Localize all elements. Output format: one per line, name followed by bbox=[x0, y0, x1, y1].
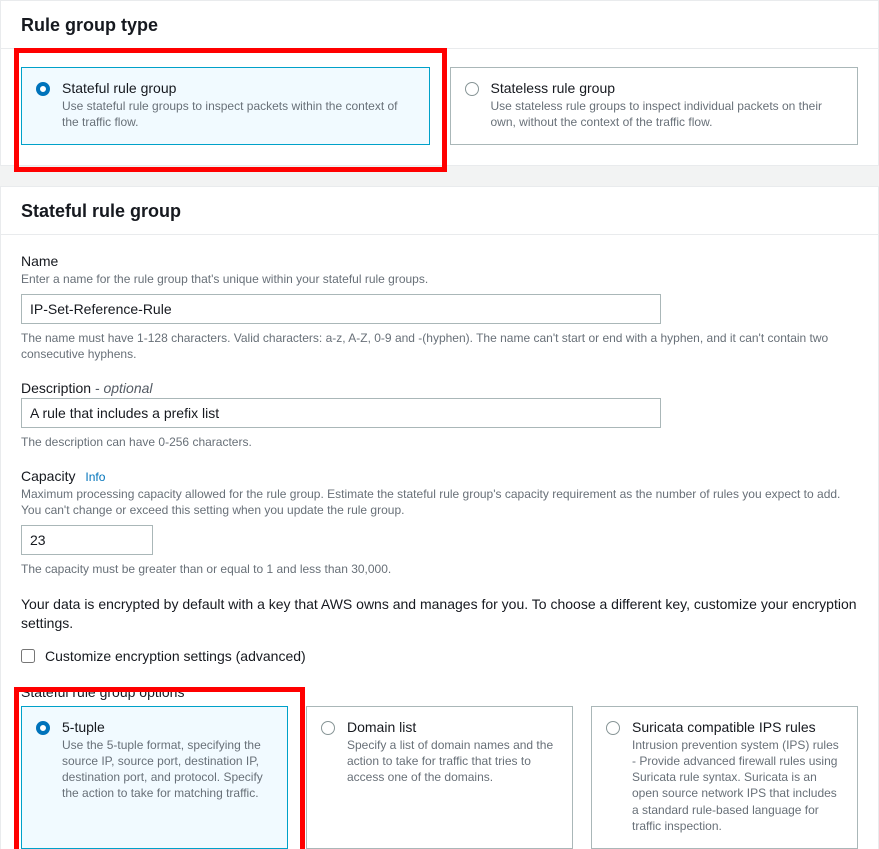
description-hint-bottom: The description can have 0-256 character… bbox=[21, 434, 858, 450]
description-optional: - optional bbox=[95, 380, 153, 396]
stateful-options-label: Stateful rule group options bbox=[21, 684, 858, 700]
name-field: Name Enter a name for the rule group tha… bbox=[21, 253, 858, 362]
option-5-tuple-title: 5-tuple bbox=[62, 719, 273, 735]
capacity-input[interactable] bbox=[21, 525, 153, 555]
stateful-title: Stateful rule group bbox=[62, 80, 415, 96]
description-field: Description - optional The description c… bbox=[21, 380, 858, 450]
name-label: Name bbox=[21, 253, 858, 269]
description-label-text: Description bbox=[21, 380, 91, 396]
capacity-label: Capacity bbox=[21, 468, 75, 484]
capacity-hint-top: Maximum processing capacity allowed for … bbox=[21, 486, 858, 518]
radio-unselected-icon bbox=[606, 721, 620, 735]
stateful-rule-group-panel: Stateful rule group Name Enter a name fo… bbox=[0, 186, 879, 849]
stateless-rule-group-card[interactable]: Stateless rule group Use stateless rule … bbox=[450, 67, 859, 145]
rule-group-type-panel: Rule group type Stateful rule group Use … bbox=[0, 0, 879, 166]
rule-group-type-body: Stateful rule group Use stateful rule gr… bbox=[1, 49, 878, 165]
customize-encryption-row: Customize encryption settings (advanced) bbox=[21, 648, 858, 664]
capacity-hint-bottom: The capacity must be greater than or equ… bbox=[21, 561, 858, 577]
name-input[interactable] bbox=[21, 294, 661, 324]
rule-group-type-header: Rule group type bbox=[1, 1, 878, 49]
capacity-field: Capacity Info Maximum processing capacit… bbox=[21, 468, 858, 577]
radio-selected-icon bbox=[36, 82, 50, 96]
description-label: Description - optional bbox=[21, 380, 858, 396]
customize-encryption-checkbox[interactable] bbox=[21, 649, 35, 663]
stateful-rule-group-body: Name Enter a name for the rule group tha… bbox=[1, 235, 878, 849]
option-domain-list[interactable]: Domain list Specify a list of domain nam… bbox=[306, 706, 573, 849]
description-input[interactable] bbox=[21, 398, 661, 428]
encryption-note: Your data is encrypted by default with a… bbox=[21, 595, 858, 634]
stateful-desc: Use stateful rule groups to inspect pack… bbox=[62, 98, 415, 130]
capacity-info-link[interactable]: Info bbox=[85, 470, 105, 484]
name-hint-top: Enter a name for the rule group that's u… bbox=[21, 271, 858, 287]
radio-unselected-icon bbox=[321, 721, 335, 735]
name-hint-bottom: The name must have 1-128 characters. Val… bbox=[21, 330, 858, 362]
option-suricata-desc: Intrusion prevention system (IPS) rules … bbox=[632, 737, 843, 834]
radio-unselected-icon bbox=[465, 82, 479, 96]
stateful-rule-group-header: Stateful rule group bbox=[1, 187, 878, 235]
capacity-label-row: Capacity Info bbox=[21, 468, 858, 484]
customize-encryption-label[interactable]: Customize encryption settings (advanced) bbox=[45, 648, 306, 664]
stateless-desc: Use stateless rule groups to inspect ind… bbox=[491, 98, 844, 130]
radio-selected-icon bbox=[36, 721, 50, 735]
stateless-title: Stateless rule group bbox=[491, 80, 844, 96]
stateful-options-row: 5-tuple Use the 5-tuple format, specifyi… bbox=[21, 706, 858, 849]
option-domain-list-title: Domain list bbox=[347, 719, 558, 735]
option-suricata[interactable]: Suricata compatible IPS rules Intrusion … bbox=[591, 706, 858, 849]
option-domain-list-desc: Specify a list of domain names and the a… bbox=[347, 737, 558, 786]
rule-group-type-cards: Stateful rule group Use stateful rule gr… bbox=[21, 67, 858, 145]
option-5-tuple-desc: Use the 5-tuple format, specifying the s… bbox=[62, 737, 273, 802]
option-suricata-title: Suricata compatible IPS rules bbox=[632, 719, 843, 735]
option-5-tuple[interactable]: 5-tuple Use the 5-tuple format, specifyi… bbox=[21, 706, 288, 849]
stateful-rule-group-card[interactable]: Stateful rule group Use stateful rule gr… bbox=[21, 67, 430, 145]
